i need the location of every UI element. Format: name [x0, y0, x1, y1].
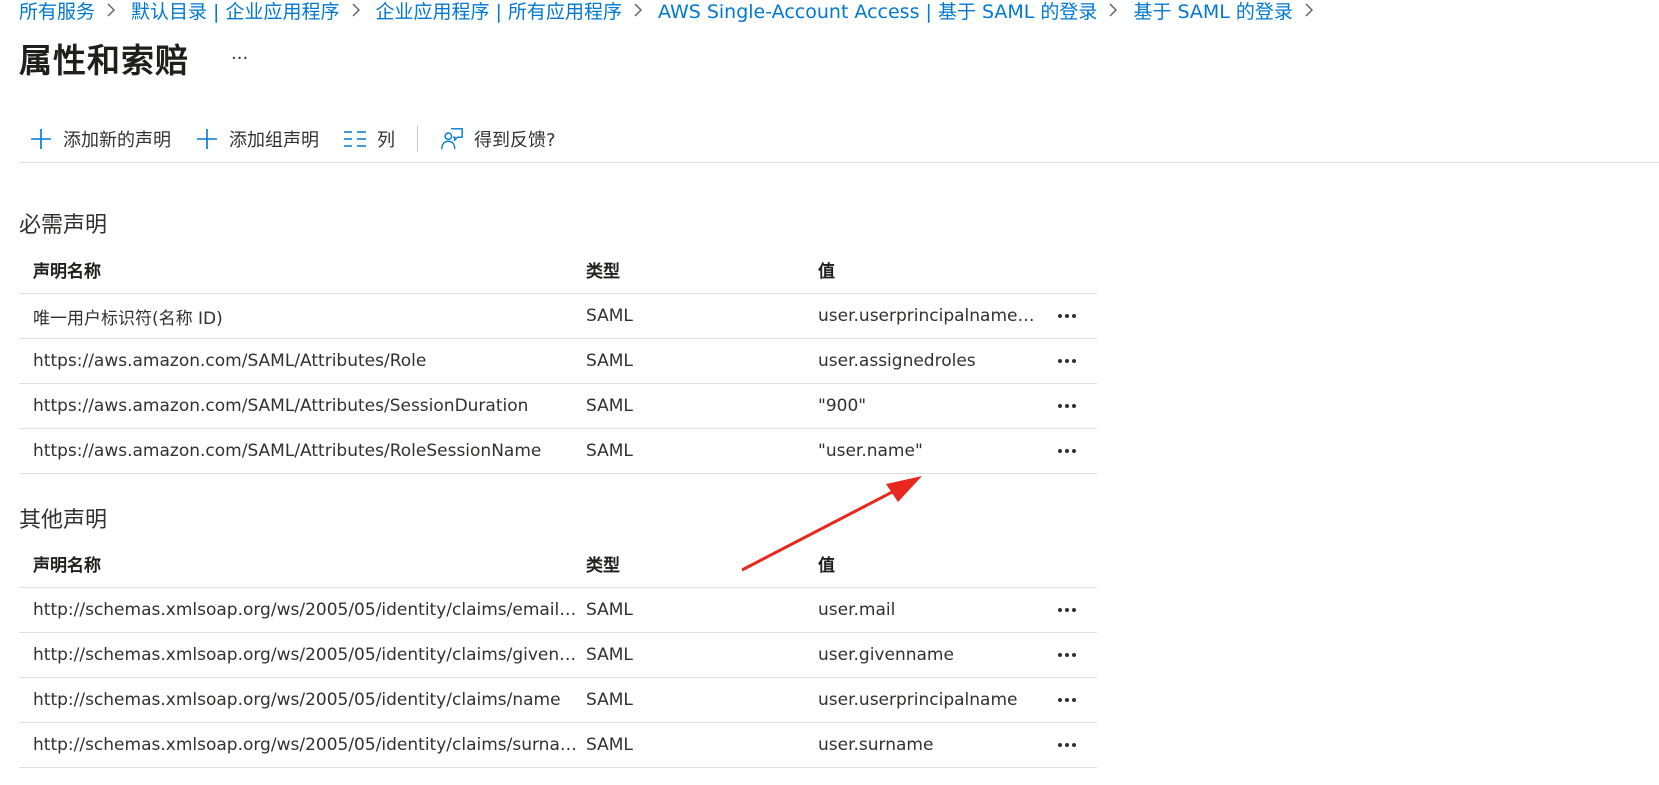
columns-icon: [343, 127, 367, 151]
breadcrumb: 所有服务 默认目录 | 企业应用程序 企业应用程序 | 所有应用程序 AWS S…: [19, 0, 1329, 23]
row-more-button[interactable]: [1036, 314, 1097, 318]
more-options-button[interactable]: ···: [227, 48, 252, 69]
plus-icon: [195, 127, 219, 151]
breadcrumb-default-directory[interactable]: 默认目录 | 企业应用程序: [131, 0, 339, 24]
claim-type: SAML: [586, 600, 633, 620]
row-more-button[interactable]: [1036, 404, 1097, 408]
claim-name: http://schemas.xmlsoap.org/ws/2005/05/id…: [33, 735, 586, 755]
claim-name: https://aws.amazon.com/SAML/Attributes/S…: [33, 396, 529, 416]
add-new-claim-button[interactable]: 添加新的声明: [19, 119, 183, 159]
feedback-label: 得到反馈?: [474, 130, 556, 151]
claim-name: http://schemas.xmlsoap.org/ws/2005/05/id…: [33, 690, 561, 710]
required-claims-table: 声明名称 类型 值 唯一用户标识符(名称 ID) SAML user.userp…: [19, 245, 1097, 474]
table-header: 声明名称 类型 值: [19, 245, 1097, 294]
table-row[interactable]: https://aws.amazon.com/SAML/Attributes/R…: [19, 339, 1097, 384]
breadcrumb-all-services[interactable]: 所有服务: [19, 0, 95, 24]
more-icon: [1057, 314, 1076, 318]
column-header-type[interactable]: 类型: [586, 257, 818, 282]
claim-type: SAML: [586, 690, 633, 710]
claim-value: user.userprincipalname: [818, 690, 1018, 710]
claim-value: user.mail: [818, 600, 896, 620]
additional-claims-title: 其他声明: [19, 508, 108, 533]
table-row[interactable]: http://schemas.xmlsoap.org/ws/2005/05/id…: [19, 588, 1097, 633]
breadcrumb-saml-signin[interactable]: 基于 SAML 的登录: [1133, 0, 1292, 24]
columns-button[interactable]: 列: [331, 119, 407, 159]
column-header-value[interactable]: 值: [818, 257, 1036, 282]
claim-name: http://schemas.xmlsoap.org/ws/2005/05/id…: [33, 645, 586, 665]
breadcrumb-enterprise-apps[interactable]: 企业应用程序 | 所有应用程序: [376, 0, 622, 24]
more-icon: [1057, 698, 1076, 702]
more-icon: [1057, 404, 1076, 408]
column-header-name[interactable]: 声明名称: [19, 551, 586, 576]
table-row[interactable]: http://schemas.xmlsoap.org/ws/2005/05/id…: [19, 723, 1097, 768]
toolbar-divider-line: [19, 162, 1659, 163]
row-more-button[interactable]: [1036, 608, 1097, 612]
chevron-right-icon: [632, 2, 648, 18]
table-row[interactable]: https://aws.amazon.com/SAML/Attributes/R…: [19, 429, 1097, 474]
more-icon: [1057, 653, 1076, 657]
required-claims-title: 必需声明: [19, 213, 108, 238]
more-icon: [1057, 608, 1076, 612]
claim-value: user.userprincipalname [...: [818, 306, 1036, 326]
chevron-right-icon: [1107, 2, 1123, 18]
claim-value: "900": [818, 396, 867, 416]
claim-type: SAML: [586, 396, 633, 416]
chevron-right-icon: [1303, 2, 1319, 18]
claim-name: 唯一用户标识符(名称 ID): [33, 308, 223, 329]
additional-claims-table: 声明名称 类型 值 http://schemas.xmlsoap.org/ws/…: [19, 539, 1097, 768]
title-row: 属性和索赔 ···: [19, 34, 252, 82]
page-title: 属性和索赔: [19, 41, 189, 80]
chevron-right-icon: [350, 2, 366, 18]
more-icon: [1057, 359, 1076, 363]
table-header: 声明名称 类型 值: [19, 539, 1097, 588]
column-header-name[interactable]: 声明名称: [19, 257, 586, 282]
more-icon: [1057, 743, 1076, 747]
columns-label: 列: [377, 130, 395, 151]
breadcrumb-aws-app[interactable]: AWS Single-Account Access | 基于 SAML 的登录: [658, 0, 1097, 24]
claim-type: SAML: [586, 645, 633, 665]
row-more-button[interactable]: [1036, 359, 1097, 363]
table-row[interactable]: http://schemas.xmlsoap.org/ws/2005/05/id…: [19, 678, 1097, 723]
row-more-button[interactable]: [1036, 449, 1097, 453]
table-row[interactable]: http://schemas.xmlsoap.org/ws/2005/05/id…: [19, 633, 1097, 678]
command-bar: 添加新的声明 添加组声明 列 得到反馈?: [19, 119, 568, 159]
plus-icon: [29, 127, 53, 151]
column-header-type[interactable]: 类型: [586, 551, 818, 576]
toolbar-divider: [417, 126, 418, 152]
feedback-icon: [440, 127, 464, 151]
row-more-button[interactable]: [1036, 698, 1097, 702]
feedback-button[interactable]: 得到反馈?: [428, 119, 568, 159]
add-group-claim-button[interactable]: 添加组声明: [183, 119, 331, 159]
claim-type: SAML: [586, 735, 633, 755]
table-row[interactable]: https://aws.amazon.com/SAML/Attributes/S…: [19, 384, 1097, 429]
claim-type: SAML: [586, 306, 633, 326]
row-more-button[interactable]: [1036, 653, 1097, 657]
claim-name: https://aws.amazon.com/SAML/Attributes/R…: [33, 441, 542, 461]
chevron-right-icon: [105, 2, 121, 18]
claim-type: SAML: [586, 351, 633, 371]
claim-value: user.givenname: [818, 645, 954, 665]
claim-name: http://schemas.xmlsoap.org/ws/2005/05/id…: [33, 600, 586, 620]
table-row[interactable]: 唯一用户标识符(名称 ID) SAML user.userprincipalna…: [19, 294, 1097, 339]
add-new-claim-label: 添加新的声明: [63, 130, 171, 151]
more-icon: [1057, 449, 1076, 453]
row-more-button[interactable]: [1036, 743, 1097, 747]
claim-type: SAML: [586, 441, 633, 461]
add-group-claim-label: 添加组声明: [229, 130, 319, 151]
claim-name: https://aws.amazon.com/SAML/Attributes/R…: [33, 351, 427, 371]
claim-value: user.assignedroles: [818, 351, 976, 371]
claim-value: user.surname: [818, 735, 934, 755]
claim-value: "user.name": [818, 441, 923, 461]
column-header-value[interactable]: 值: [818, 551, 1036, 576]
